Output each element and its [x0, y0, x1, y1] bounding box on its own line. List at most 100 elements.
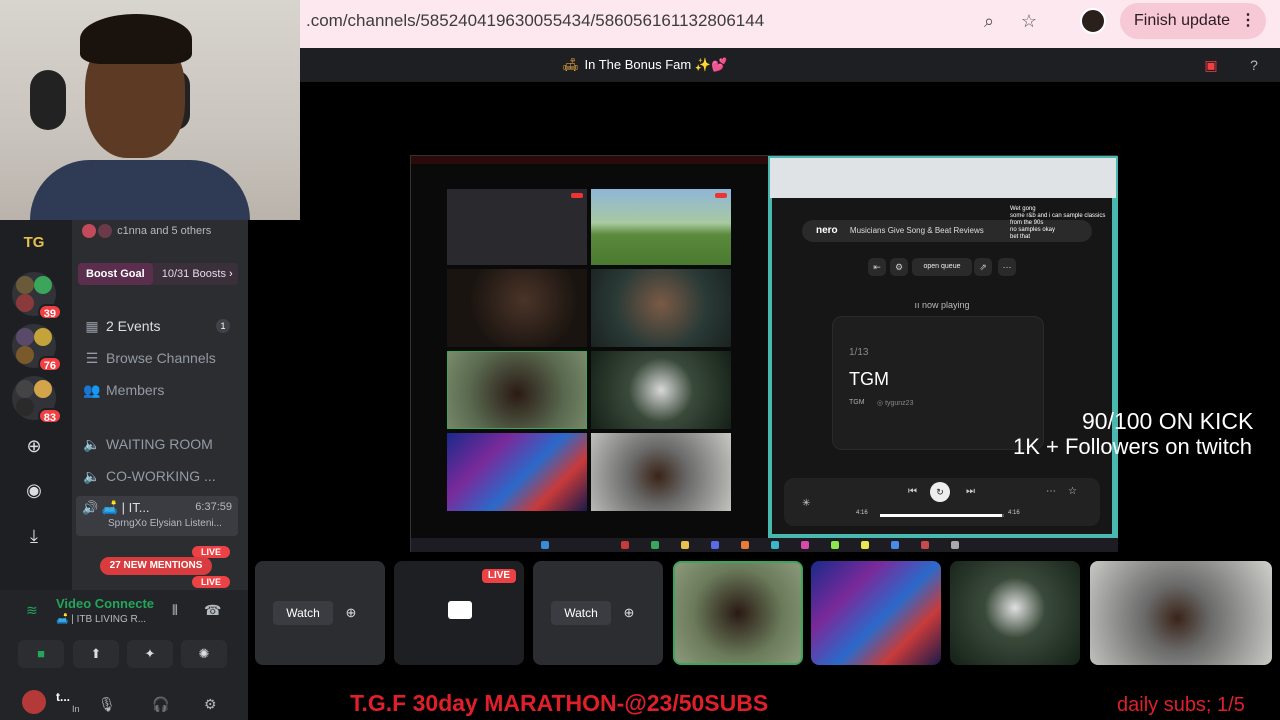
active-members-row[interactable]: c1nna and 5 others [82, 224, 211, 238]
participant-tile-self[interactable] [1090, 561, 1272, 665]
server-folder-3[interactable]: 83 [12, 376, 62, 424]
participant-tile-cam[interactable] [950, 561, 1080, 665]
more-icon[interactable]: ⋯ [998, 258, 1016, 276]
monitor-icon [448, 601, 472, 619]
active-channel-timer: 6:37:59 [195, 501, 232, 513]
member-avatar [98, 224, 112, 238]
previous-icon[interactable]: ⏮ [908, 486, 917, 497]
webcam-hair [80, 14, 192, 64]
disconnect-icon[interactable]: ☎ [204, 602, 221, 619]
microphone-icon[interactable]: 🎙 [98, 696, 116, 713]
app-icon [741, 541, 749, 549]
boost-goal-bar[interactable]: Boost Goal 10/31 Boosts › [78, 263, 238, 285]
watch-together-icon[interactable]: ⊕ [341, 603, 361, 623]
cam-tile [591, 351, 731, 429]
chat-line: bet that [1010, 234, 1031, 240]
server-thumb [16, 398, 34, 416]
chat-line: no samples okay [1010, 227, 1056, 233]
brightness-icon[interactable]: ✳ [802, 498, 810, 509]
gear-icon[interactable]: ⚙ [204, 696, 217, 713]
active-channel-text: 🛋️ | IT... [101, 500, 150, 515]
twitch-goal-text: 1K + Followers on twitch [1013, 434, 1253, 459]
progress-bar[interactable] [880, 514, 1004, 517]
back-icon[interactable]: ⇤ [868, 258, 886, 276]
share-icon[interactable]: ⇗ [974, 258, 992, 276]
participant-tile-speaking[interactable] [673, 561, 803, 665]
noise-suppression-icon[interactable]: ⫴ [172, 602, 178, 619]
channel-header: 🛋 In The Bonus Fam ✨💕 ▣ ? [300, 48, 1280, 82]
voice-channel-name[interactable]: 🛋️ | ITB LIVING R... [56, 614, 146, 625]
daw-cam-tile [447, 189, 587, 265]
compass-icon[interactable]: ◉ [20, 476, 48, 504]
outdoor-cam-tile [591, 189, 731, 265]
favorite-icon[interactable]: ☆ [1068, 486, 1077, 497]
neon-room-tile [447, 433, 587, 511]
more-icon[interactable]: ⋯ [1046, 486, 1056, 497]
voice-status[interactable]: Video Connecte [56, 596, 154, 611]
finish-update-button[interactable]: Finish update ⋮ [1120, 3, 1266, 39]
browse-channels-label: Browse Channels [106, 350, 216, 366]
open-queue-button[interactable]: open queue [912, 258, 972, 276]
watch-button[interactable]: Watch [551, 601, 611, 625]
replay-button[interactable]: ↻ [930, 482, 950, 502]
server-thumb [16, 294, 34, 312]
webcam-overlay [0, 0, 300, 220]
browse-channels-item[interactable]: ☰ Browse Channels [82, 346, 216, 370]
browser-toolbar: .com/channels/585240419630055434/5860561… [300, 0, 1280, 48]
screen-share-button[interactable]: ⬆ [73, 640, 119, 668]
user-avatar[interactable] [22, 690, 46, 714]
marathon-banner: T.G.F 30day MARATHON-@23/50SUBS [350, 690, 769, 716]
magnifier-icon[interactable]: ⌕ [978, 10, 1000, 32]
star-icon[interactable]: ☆ [1018, 10, 1040, 32]
user-panel: t... In 🎙 🎧 ⚙ [0, 682, 248, 720]
members-item[interactable]: 👥 Members [82, 378, 164, 402]
username[interactable]: t... [56, 690, 70, 704]
server-thumb [16, 276, 34, 294]
events-item[interactable]: ▦ 2 Events [82, 314, 160, 338]
app-icon [621, 541, 629, 549]
server-thumb [16, 328, 34, 346]
server-folder-1[interactable]: 39 [12, 272, 62, 320]
active-channel-status: SprngXo Elysian Listeni... [108, 518, 222, 529]
headphones-icon[interactable]: 🎧 [152, 696, 169, 713]
track-handle: ◎ tygunz23 [877, 399, 913, 407]
participant-tile-neon[interactable] [811, 561, 941, 665]
watch-together-icon[interactable]: ⊕ [619, 603, 639, 623]
address-bar[interactable]: .com/channels/585240419630055434/5860561… [300, 0, 1060, 42]
soundboard-button[interactable]: ✺ [181, 640, 227, 668]
camera-button[interactable]: ■ [18, 640, 64, 668]
cam-tile [591, 269, 731, 347]
participant-tile-stream-1[interactable]: Watch ⊕ [255, 561, 385, 665]
screen-share-stage[interactable]: nero Musicians Give Song & Beat Reviews … [410, 155, 1118, 552]
app-icon [681, 541, 689, 549]
watch-button[interactable]: Watch [273, 601, 333, 625]
voice-channel-waiting-room[interactable]: 🔈 WAITING ROOM [82, 432, 213, 456]
server-thumb [34, 276, 52, 294]
time-start: 4:16 [856, 510, 868, 516]
participant-tile-stream-2[interactable]: LIVE [394, 561, 524, 665]
profile-avatar[interactable] [1080, 8, 1106, 34]
server-mention-badge: 76 [37, 356, 62, 372]
inbox-icon[interactable]: ▣ [1202, 56, 1220, 74]
nero-tagline: Musicians Give Song & Beat Reviews [849, 226, 984, 235]
server-folder-2[interactable]: 76 [12, 324, 62, 372]
settings-icon[interactable]: ⚙ [890, 258, 908, 276]
next-icon[interactable]: ⏭ [966, 486, 975, 497]
progress-fill [880, 514, 1002, 517]
kebab-menu-icon[interactable]: ⋮ [1240, 3, 1256, 39]
activities-button[interactable]: ✦ [127, 640, 173, 668]
new-mentions-pill[interactable]: 27 NEW MENTIONS [100, 557, 212, 575]
voice-channel-coworking[interactable]: 🔈 CO-WORKING ... [82, 464, 215, 488]
track-index: 1/13 [849, 347, 869, 358]
member-avatar [82, 224, 96, 238]
voice-channel-active[interactable]: 🔊 🛋️ | IT... 6:37:59 SprngXo Elysian Lis… [76, 496, 238, 536]
speaker-icon: 🔊 [82, 500, 102, 515]
track-handle-text: tygunz23 [885, 400, 914, 407]
boost-count: 10/31 Boosts [161, 268, 226, 280]
help-icon[interactable]: ? [1245, 56, 1263, 74]
chat-overlay: Wet gong some r&b and i can sample class… [1010, 206, 1118, 241]
tg-server-logo[interactable]: TG [18, 234, 50, 254]
download-icon[interactable]: ⤓ [20, 522, 48, 550]
add-server-icon[interactable]: ⊕ [20, 432, 48, 460]
participant-tile-stream-3[interactable]: Watch ⊕ [533, 561, 663, 665]
